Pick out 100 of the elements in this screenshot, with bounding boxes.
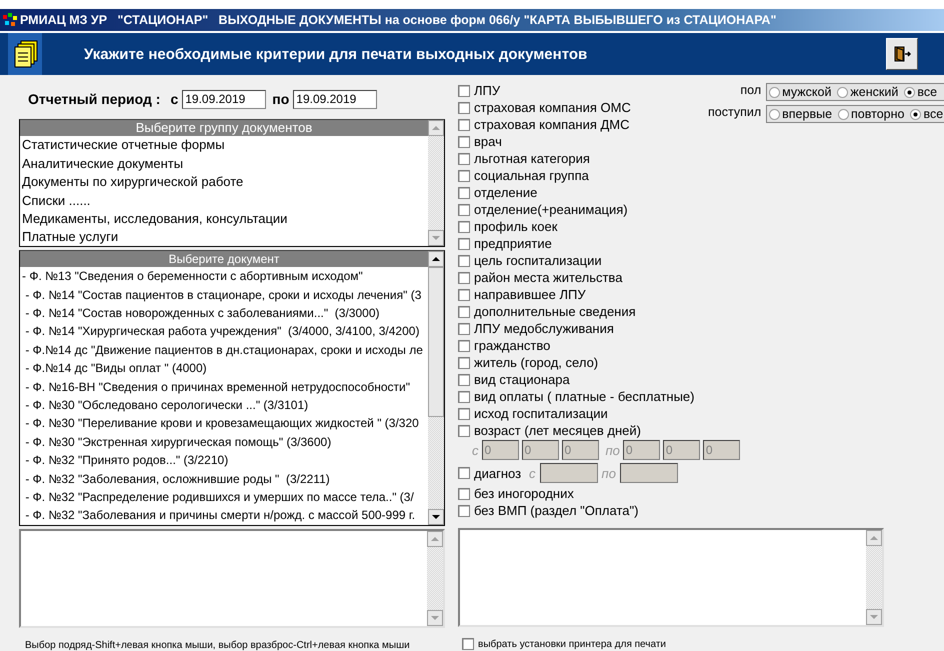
- checkbox[interactable]: [458, 136, 470, 148]
- list-item[interactable]: - Ф.№14 дс "Виды оплат " (4000): [20, 359, 428, 378]
- exit-button[interactable]: [886, 38, 918, 70]
- list-heading: Выберите документ: [20, 251, 428, 268]
- checkbox[interactable]: [458, 170, 470, 182]
- list-item[interactable]: - Ф. №16-ВН "Сведения о причинах временной нетрудоспособности": [20, 378, 428, 396]
- list-item[interactable]: Платные услуги: [20, 228, 428, 246]
- scroll-up-button[interactable]: [428, 251, 444, 268]
- date-from-field[interactable]: 19.09.2019: [182, 90, 266, 109]
- list-item[interactable]: - Ф. №14 "Состав пациентов в стационаре, сроки и исходы лечения" (3: [20, 286, 428, 304]
- radio-button[interactable]: [769, 108, 780, 120]
- list-item[interactable]: - Ф. №30 "Обследовано серологически ..." (3/3101): [20, 396, 428, 414]
- from-label: с: [170, 91, 178, 108]
- radio-button[interactable]: [838, 108, 850, 120]
- checkbox[interactable]: [462, 638, 474, 650]
- criterion-label: ЛПУ: [474, 83, 500, 98]
- checkbox[interactable]: [458, 504, 470, 516]
- list-heading: Выберите группу документов: [20, 120, 428, 136]
- checkbox[interactable]: [458, 220, 470, 232]
- criterion-label: страховая компания ОМС: [474, 100, 631, 115]
- from-label: с: [529, 466, 536, 480]
- checkbox[interactable]: [458, 374, 470, 386]
- criterion-label: исход госпитализации: [474, 406, 608, 421]
- radio-label: все: [917, 85, 938, 99]
- checkbox[interactable]: [458, 118, 470, 130]
- criterion-label: диагноз: [474, 466, 522, 480]
- checkbox[interactable]: [458, 322, 470, 334]
- date-to-field[interactable]: 19.09.2019: [293, 90, 378, 109]
- criterion-label: профиль коек: [474, 219, 558, 234]
- list-item[interactable]: - Ф.№14 дс "Движение пациентов в дн.стационарах, сроки и исходы ле: [20, 340, 428, 360]
- criterion-label: вид оплаты ( платные - бесплатные): [474, 389, 694, 404]
- checkbox[interactable]: [458, 186, 470, 198]
- to-label: по: [602, 466, 616, 480]
- criterion-label: отделение(+реанимация): [474, 202, 628, 217]
- checkbox[interactable]: [458, 467, 470, 479]
- document-group-list[interactable]: Выберите группу документов Статистические отчетные формы Аналитические документы Документы по хирургической работе Списки ...... Медикаменты, исследования, консультации Платные услуги: [19, 119, 445, 248]
- criterion-label: врач: [474, 134, 502, 149]
- checkbox[interactable]: [458, 408, 470, 420]
- criterion-label: социальная группа: [474, 168, 589, 183]
- list-item[interactable]: - Ф. №30 "Переливание крови и кровезамещающих жидкостей " (3/320: [20, 414, 428, 433]
- diagnosis-to-field[interactable]: [620, 463, 678, 483]
- to-label: по: [272, 91, 290, 108]
- scroll-down-button[interactable]: [428, 230, 444, 246]
- list-item[interactable]: Статистические отчетные формы: [20, 136, 428, 155]
- criterion-label: дополнительные сведения: [474, 304, 636, 319]
- criterion-label: гражданство: [474, 338, 550, 353]
- list-item[interactable]: - Ф. №32 "Заболевания, осложнившие роды " (3/2211): [20, 470, 428, 488]
- list-item[interactable]: - Ф. №32 "Заболевания и причины смерти н/рожд. с массой 500-999 г.: [20, 506, 428, 525]
- radio-button[interactable]: [910, 108, 922, 120]
- criterion-label: вид стационара: [474, 372, 570, 387]
- door-exit-icon: [893, 45, 911, 63]
- list-item[interactable]: Списки ......: [20, 192, 428, 210]
- checkbox[interactable]: [458, 204, 470, 216]
- criterion-label: страховая компания ДМС: [474, 117, 630, 132]
- radio-button[interactable]: [837, 86, 848, 98]
- criterion-label: льготная категория: [474, 151, 590, 166]
- criterion-label: без ВМП (раздел "Оплата"): [474, 503, 638, 518]
- checkbox[interactable]: [458, 84, 470, 96]
- list-item[interactable]: Документы по хирургической работе: [20, 173, 428, 192]
- radio-button[interactable]: [904, 86, 916, 98]
- scroll-thumb[interactable]: [428, 267, 444, 418]
- radio-button[interactable]: [769, 86, 780, 98]
- list-item[interactable]: Медикаменты, исследования, консультации: [20, 210, 428, 228]
- checkbox[interactable]: [458, 102, 470, 114]
- checkbox[interactable]: [458, 488, 470, 500]
- checkbox[interactable]: [458, 152, 470, 164]
- checkbox[interactable]: [458, 424, 470, 436]
- list-item[interactable]: - Ф. №32 "Распределение родившихся и умерших по массе тела.." (3/: [20, 488, 428, 506]
- checkbox[interactable]: [458, 238, 470, 250]
- radio-label: женский: [850, 85, 898, 99]
- criterion-label: ЛПУ медобслуживания: [474, 321, 614, 336]
- criterion-label: возраст (лет месяцев дней): [474, 423, 641, 438]
- list-item[interactable]: - Ф. №14 "Состав новорожденных с заболеваниями..." (3/3000): [20, 304, 428, 322]
- criterion-label: предприятие: [474, 236, 552, 251]
- window-title: РМИАЦ МЗ УР "СТАЦИОНАР" ВЫХОДНЫЕ ДОКУМЕНТЫ на основе форм 066/у "КАРТА ВЫБЫВШЕГО из СТАЦИОНАРА": [20, 13, 776, 27]
- criterion-label: цель госпитализации: [474, 253, 602, 268]
- radio-label: впервые: [782, 107, 832, 121]
- to-label: по: [606, 442, 620, 458]
- list-item[interactable]: - Ф. №30 "Экстренная хирургическая помощь" (3/3600): [20, 432, 428, 452]
- checkbox[interactable]: [458, 356, 470, 368]
- documents-icon: [12, 40, 38, 68]
- list-item[interactable]: - Ф. №32 "Принято родов..." (3/2210): [20, 451, 428, 470]
- checkbox[interactable]: [458, 306, 470, 318]
- checkbox[interactable]: [458, 390, 470, 402]
- checkbox[interactable]: [458, 254, 470, 266]
- diagnosis-from-field[interactable]: [540, 463, 598, 483]
- hint-text: Выбор подряд-Shift+левая кнопка мыши, выбор вразброс-Ctrl+левая кнопка мыши: [25, 640, 411, 651]
- criterion-label: направившее ЛПУ: [474, 287, 586, 302]
- filter-label: поступил: [708, 105, 762, 119]
- document-list[interactable]: [19, 250, 445, 526]
- header-title: Укажите необходимые критерии для печати выходных документов: [84, 46, 588, 62]
- checkbox[interactable]: [458, 288, 470, 300]
- criterion-label: отделение: [474, 185, 538, 200]
- list-item[interactable]: Аналитические документы: [20, 154, 428, 174]
- scroll-down-button[interactable]: [428, 509, 444, 526]
- printer-setup-label: выбрать установки принтера для печати: [478, 638, 666, 650]
- list-item[interactable]: - Ф. №13 "Сведения о беременности с абортивным исходом": [20, 267, 428, 286]
- checkbox[interactable]: [458, 340, 470, 352]
- list-item[interactable]: - Ф. №14 "Хирургическая работа учреждения" (3/4000, 3/4100, 3/4200): [20, 322, 428, 341]
- checkbox[interactable]: [458, 272, 470, 284]
